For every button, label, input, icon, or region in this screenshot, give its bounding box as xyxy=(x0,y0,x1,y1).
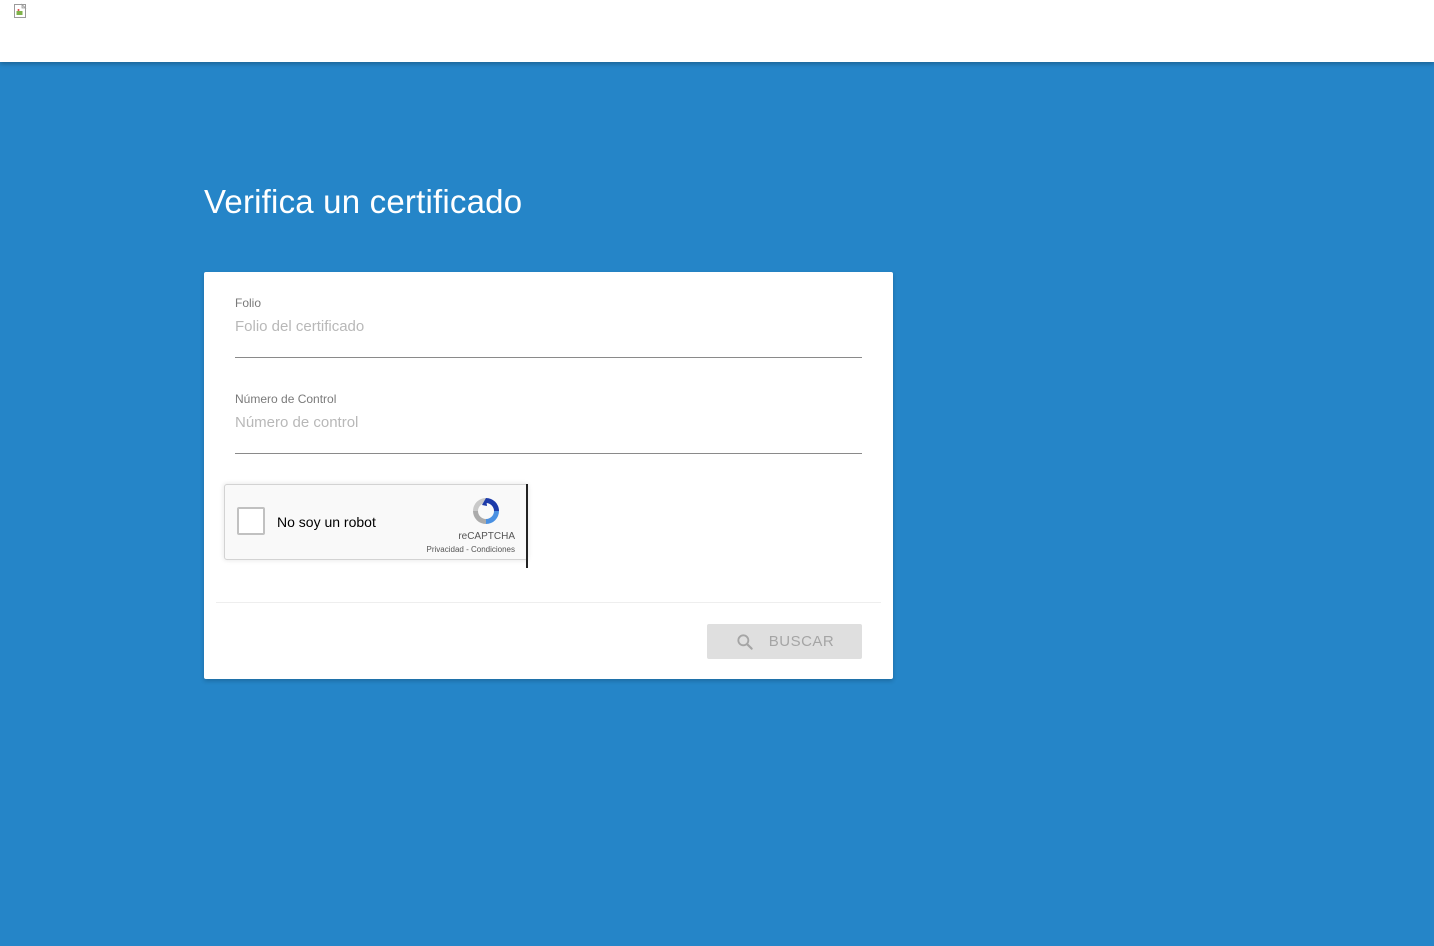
card-divider xyxy=(216,602,881,603)
recaptcha-privacy-link[interactable]: Privacidad xyxy=(427,545,464,554)
recaptcha-checkbox[interactable] xyxy=(237,507,265,535)
recaptcha-link-separator: - xyxy=(463,545,471,554)
control-number-input[interactable] xyxy=(235,414,862,431)
top-bar xyxy=(0,0,1434,62)
broken-image-icon xyxy=(14,3,27,18)
recaptcha-label: No soy un robot xyxy=(277,514,376,530)
page-title: Verifica un certificado xyxy=(204,183,523,220)
recaptcha-terms-link[interactable]: Condiciones xyxy=(471,545,515,554)
recaptcha-links: Privacidad - Condiciones xyxy=(427,545,516,554)
buscar-button[interactable]: BUSCAR xyxy=(707,624,862,659)
recaptcha-frame-edge xyxy=(526,484,528,568)
folio-label: Folio xyxy=(235,296,262,310)
recaptcha-brand: reCAPTCHA xyxy=(458,531,515,542)
search-icon xyxy=(737,633,753,650)
folio-field: Folio xyxy=(235,296,862,358)
verification-card: Folio Número de Control No soy un robot … xyxy=(204,272,893,679)
control-number-field: Número de Control xyxy=(235,392,862,454)
recaptcha-widget: No soy un robot reCAPTCHA Privacidad - C… xyxy=(224,484,528,560)
buscar-button-label: BUSCAR xyxy=(768,633,835,650)
control-number-label: Número de Control xyxy=(235,392,337,406)
folio-input[interactable] xyxy=(235,318,862,335)
recaptcha-logo-icon xyxy=(473,498,499,524)
